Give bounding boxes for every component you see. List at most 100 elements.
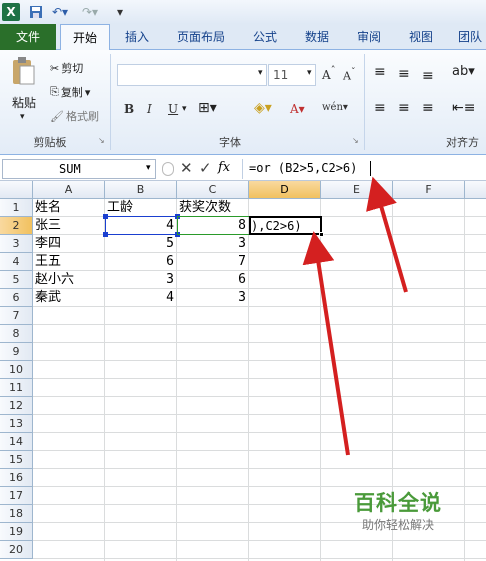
gridline-row bbox=[33, 450, 486, 451]
enter-icon[interactable]: ✓ bbox=[199, 159, 212, 177]
row-header-4[interactable]: 4 bbox=[0, 253, 33, 271]
name-box[interactable]: SUM bbox=[2, 159, 156, 179]
tab-view[interactable]: 视图 bbox=[400, 24, 442, 50]
tab-home[interactable]: 开始 bbox=[60, 24, 110, 51]
row-header-3[interactable]: 3 bbox=[0, 235, 33, 253]
redo-icon[interactable]: ↷▾ bbox=[80, 3, 100, 21]
tab-formulas[interactable]: 公式 bbox=[244, 24, 286, 50]
phonetic-icon[interactable]: wén▾ bbox=[322, 102, 348, 113]
cell-b1[interactable]: 工龄 bbox=[107, 199, 133, 217]
copy-button[interactable]: ⎘ 复制 ▾ bbox=[50, 84, 90, 100]
row-header-11[interactable]: 11 bbox=[0, 379, 33, 397]
cell-a6[interactable]: 秦武 bbox=[35, 289, 61, 307]
cell-b5[interactable]: 3 bbox=[105, 271, 177, 289]
italic-icon[interactable]: I bbox=[147, 102, 152, 116]
dialog-launcher-icon[interactable]: ↘ bbox=[352, 136, 359, 145]
insert-function-icon[interactable]: fx bbox=[218, 160, 230, 175]
tab-page-layout[interactable]: 页面布局 bbox=[168, 24, 234, 50]
cell-c4[interactable]: 7 bbox=[177, 253, 249, 271]
formula-input[interactable]: =or (B2>5,C2>6) bbox=[242, 159, 486, 179]
align-left-icon[interactable]: ≡ bbox=[374, 100, 386, 116]
border-icon[interactable]: ⊞▾ bbox=[198, 100, 217, 116]
column-header-c[interactable]: C bbox=[177, 181, 249, 199]
format-painter-button[interactable]: 🖌 格式刷 bbox=[50, 108, 99, 124]
tab-data[interactable]: 数据 bbox=[296, 24, 338, 50]
row-header-6[interactable]: 6 bbox=[0, 289, 33, 307]
column-header-b[interactable]: B bbox=[105, 181, 177, 199]
cell-b6[interactable]: 4 bbox=[105, 289, 177, 307]
row-header-2[interactable]: 2 bbox=[0, 217, 33, 235]
cell-a3[interactable]: 李四 bbox=[35, 235, 61, 253]
save-icon[interactable] bbox=[28, 3, 44, 21]
cut-button[interactable]: ✂ 剪切 bbox=[50, 60, 83, 76]
row-header-18[interactable]: 18 bbox=[0, 505, 33, 523]
cell-c3[interactable]: 3 bbox=[177, 235, 249, 253]
bold-icon[interactable]: B bbox=[124, 102, 134, 116]
active-cell-d2[interactable] bbox=[249, 216, 322, 235]
chevron-down-icon[interactable]: ▾ bbox=[182, 104, 187, 114]
cell-a2[interactable]: 张三 bbox=[35, 217, 61, 235]
row-header-8[interactable]: 8 bbox=[0, 325, 33, 343]
row-header-14[interactable]: 14 bbox=[0, 433, 33, 451]
dialog-launcher-icon[interactable]: ↘ bbox=[98, 136, 105, 145]
fill-handle[interactable] bbox=[319, 232, 324, 237]
decrease-indent-icon[interactable]: ⇤≡ bbox=[452, 100, 475, 116]
align-top-icon[interactable]: ≡ bbox=[374, 64, 386, 80]
cell-c1[interactable]: 获奖次数 bbox=[179, 199, 231, 217]
underline-icon[interactable]: U bbox=[168, 102, 178, 116]
tab-insert[interactable]: 插入 bbox=[114, 24, 160, 50]
tab-team[interactable]: 团队 bbox=[450, 24, 486, 50]
resize-handle-icon[interactable] bbox=[162, 162, 174, 176]
row-header-7[interactable]: 7 bbox=[0, 307, 33, 325]
fill-color-icon[interactable]: ◈▾ bbox=[254, 100, 272, 116]
cell-b3[interactable]: 5 bbox=[105, 235, 177, 253]
column-header-a[interactable]: A bbox=[33, 181, 105, 199]
paste-button[interactable]: 粘贴 bbox=[12, 94, 36, 111]
ribbon-home: 粘贴 ▾ ✂ 剪切 ⎘ 复制 ▾ 🖌 格式刷 剪贴板 ↘ ▾ 11 ▾ Aˆ Aˇ B … bbox=[0, 50, 486, 155]
name-box-dropdown-icon[interactable]: ▾ bbox=[146, 163, 151, 173]
chevron-down-icon[interactable]: ▾ bbox=[258, 68, 263, 78]
chevron-down-icon[interactable]: ▾ bbox=[307, 68, 312, 78]
row-header-17[interactable]: 17 bbox=[0, 487, 33, 505]
font-color-icon[interactable]: A▾ bbox=[290, 102, 305, 116]
font-name-select[interactable] bbox=[117, 64, 267, 86]
cell-c6[interactable]: 3 bbox=[177, 289, 249, 307]
align-bottom-icon[interactable]: ≡ bbox=[422, 68, 434, 84]
shrink-font-icon[interactable]: Aˇ bbox=[343, 67, 356, 83]
row-header-12[interactable]: 12 bbox=[0, 397, 33, 415]
orientation-icon[interactable]: ab▾ bbox=[452, 64, 475, 79]
customize-qat-icon[interactable]: ▾ bbox=[114, 3, 126, 21]
cell-a4[interactable]: 王五 bbox=[35, 253, 61, 271]
tab-file[interactable]: 文件 bbox=[0, 24, 56, 50]
column-header-g[interactable] bbox=[465, 181, 486, 199]
cell-a1[interactable]: 姓名 bbox=[35, 199, 61, 217]
row-header-5[interactable]: 5 bbox=[0, 271, 33, 289]
column-header-e[interactable]: E bbox=[321, 181, 393, 199]
align-right-icon[interactable]: ≡ bbox=[422, 100, 434, 116]
worksheet-grid[interactable]: A B C D E F 1 2 3 4 5 6 7 8 9 10 11 12 13 14 15 16 17 18 1… bbox=[0, 181, 486, 561]
paste-icon[interactable] bbox=[10, 56, 36, 86]
row-header-1[interactable]: 1 bbox=[0, 199, 33, 217]
cell-c5[interactable]: 6 bbox=[177, 271, 249, 289]
undo-icon[interactable]: ↶▾ bbox=[50, 3, 70, 21]
column-header-d[interactable]: D bbox=[249, 181, 321, 199]
cancel-icon[interactable]: ✕ bbox=[180, 159, 193, 177]
row-header-20[interactable]: 20 bbox=[0, 541, 33, 559]
row-header-13[interactable]: 13 bbox=[0, 415, 33, 433]
column-header-f[interactable]: F bbox=[393, 181, 465, 199]
tab-review[interactable]: 审阅 bbox=[348, 24, 390, 50]
paste-dropdown-icon[interactable]: ▾ bbox=[20, 112, 25, 122]
excel-icon[interactable]: X bbox=[2, 3, 20, 21]
align-middle-icon[interactable]: ≡ bbox=[398, 66, 410, 82]
select-all-corner[interactable] bbox=[0, 181, 33, 199]
row-header-9[interactable]: 9 bbox=[0, 343, 33, 361]
row-header-19[interactable]: 19 bbox=[0, 523, 33, 541]
row-header-16[interactable]: 16 bbox=[0, 469, 33, 487]
cell-b4[interactable]: 6 bbox=[105, 253, 177, 271]
align-center-icon[interactable]: ≡ bbox=[398, 100, 410, 116]
gridline-row bbox=[33, 396, 486, 397]
cell-a5[interactable]: 赵小六 bbox=[35, 271, 74, 289]
grow-font-icon[interactable]: Aˆ bbox=[322, 66, 336, 82]
row-header-15[interactable]: 15 bbox=[0, 451, 33, 469]
row-header-10[interactable]: 10 bbox=[0, 361, 33, 379]
